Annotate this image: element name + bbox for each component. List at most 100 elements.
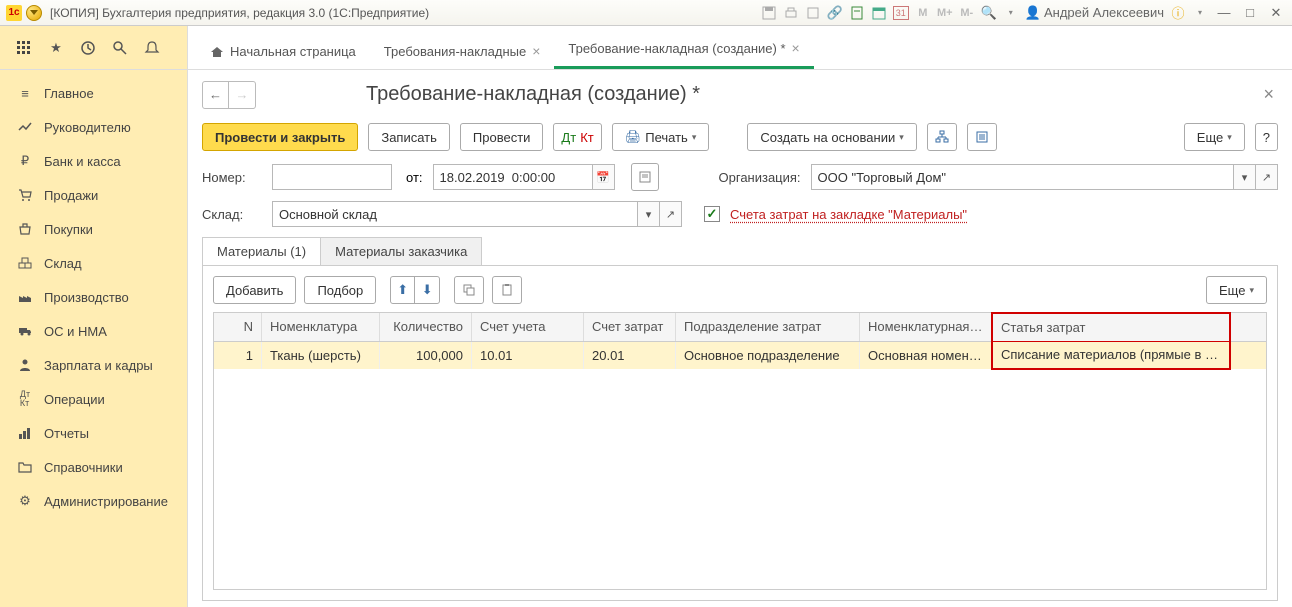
m-icon[interactable]: M bbox=[915, 5, 931, 21]
tab-list[interactable]: Требования-накладные × bbox=[370, 30, 555, 69]
folder-icon bbox=[16, 458, 34, 476]
col-header-cost-acc[interactable]: Счет затрат bbox=[584, 313, 676, 341]
warehouse-label: Склад: bbox=[202, 207, 262, 222]
tab-close-icon[interactable]: × bbox=[792, 40, 800, 56]
col-header-nom[interactable]: Номенклатура bbox=[262, 313, 380, 341]
list-button[interactable] bbox=[967, 123, 997, 151]
m-plus-icon[interactable]: M+ bbox=[937, 5, 953, 21]
history-icon[interactable] bbox=[78, 38, 98, 58]
truck-icon bbox=[16, 322, 34, 340]
dropdown-icon[interactable]: ▾ bbox=[638, 201, 660, 227]
warehouse-field[interactable] bbox=[272, 201, 638, 227]
info-dd-icon[interactable]: ▾ bbox=[1192, 5, 1208, 21]
back-button[interactable]: ← bbox=[203, 82, 229, 108]
zoom-icon[interactable]: 🔍 bbox=[981, 5, 997, 21]
sidebar-item-admin[interactable]: ⚙Администрирование bbox=[0, 484, 187, 518]
calc-icon[interactable] bbox=[849, 5, 865, 21]
save-icon[interactable] bbox=[761, 5, 777, 21]
bell-icon[interactable] bbox=[142, 38, 162, 58]
maximize-button[interactable]: □ bbox=[1240, 3, 1260, 23]
apps-icon[interactable] bbox=[14, 38, 34, 58]
preview-icon[interactable] bbox=[805, 5, 821, 21]
add-button[interactable]: Добавить bbox=[213, 276, 296, 304]
move-down-button[interactable]: ⬇ bbox=[415, 277, 439, 303]
table-more-button[interactable]: Еще▾ bbox=[1206, 276, 1267, 304]
print-button[interactable]: 🖨Печать▾ bbox=[612, 123, 710, 151]
search-icon[interactable] bbox=[110, 38, 130, 58]
sidebar-item-warehouse[interactable]: Склад bbox=[0, 246, 187, 280]
org-label: Организация: bbox=[719, 170, 801, 185]
col-header-acc[interactable]: Счет учета bbox=[472, 313, 584, 341]
tab-home[interactable]: Начальная страница bbox=[196, 31, 370, 69]
sidebar-item-operations[interactable]: ДтКтОперации bbox=[0, 382, 187, 416]
col-header-n[interactable]: N bbox=[214, 313, 262, 341]
cost-accounts-checkbox[interactable] bbox=[704, 206, 720, 222]
subtabs: Материалы (1) Материалы заказчика bbox=[202, 237, 1278, 266]
sidebar-item-production[interactable]: Производство bbox=[0, 280, 187, 314]
calendar-icon[interactable] bbox=[871, 5, 887, 21]
dropdown-icon[interactable]: ▾ bbox=[1234, 164, 1256, 190]
col-header-sub[interactable]: Подразделение затрат bbox=[676, 313, 860, 341]
tab-close-icon[interactable]: × bbox=[532, 43, 540, 59]
structure-button[interactable] bbox=[927, 123, 957, 151]
link-icon[interactable]: 🔗 bbox=[827, 5, 843, 21]
user-display[interactable]: 👤Андрей Алексеевич bbox=[1025, 5, 1164, 21]
action-bar: Провести и закрыть Записать Провести ДтК… bbox=[202, 123, 1278, 151]
m-minus-icon[interactable]: M- bbox=[959, 5, 975, 21]
page-close-button[interactable]: × bbox=[1259, 80, 1278, 109]
minimize-button[interactable]: — bbox=[1214, 3, 1234, 23]
sidebar-item-catalogs[interactable]: Справочники bbox=[0, 450, 187, 484]
menu-icon: ≡ bbox=[16, 84, 34, 102]
app-menu-dropdown[interactable] bbox=[26, 5, 42, 21]
paste-button[interactable] bbox=[492, 276, 522, 304]
star-icon[interactable]: ★ bbox=[46, 38, 66, 58]
print-icon[interactable] bbox=[783, 5, 799, 21]
sidebar-item-sales[interactable]: Продажи bbox=[0, 178, 187, 212]
number-field[interactable] bbox=[272, 164, 392, 190]
date-field[interactable] bbox=[433, 164, 593, 190]
tab-list-label: Требования-накладные bbox=[384, 44, 526, 59]
sidebar-item-assets[interactable]: ОС и НМА bbox=[0, 314, 187, 348]
number-label: Номер: bbox=[202, 170, 262, 185]
registry-button[interactable] bbox=[631, 163, 659, 191]
ruble-icon: ₽ bbox=[16, 152, 34, 170]
subtab-customer-materials[interactable]: Материалы заказчика bbox=[320, 237, 482, 265]
tab-document-label: Требование-накладная (создание) * bbox=[568, 41, 785, 56]
write-button[interactable]: Записать bbox=[368, 123, 450, 151]
help-button[interactable]: ? bbox=[1255, 123, 1278, 151]
close-window-button[interactable]: ✕ bbox=[1266, 3, 1286, 23]
sidebar-item-salary[interactable]: Зарплата и кадры bbox=[0, 348, 187, 382]
dtkt-button[interactable]: ДтКт bbox=[553, 123, 601, 151]
sidebar-item-main[interactable]: ≡Главное bbox=[0, 76, 187, 110]
more-button[interactable]: Еще▾ bbox=[1184, 123, 1245, 151]
col-header-ng[interactable]: Номенклатурная г... bbox=[860, 313, 992, 341]
sidebar-item-purchases[interactable]: Покупки bbox=[0, 212, 187, 246]
subtab-materials[interactable]: Материалы (1) bbox=[202, 237, 321, 265]
zoom-dd-icon[interactable]: ▾ bbox=[1003, 5, 1019, 21]
boxes-icon bbox=[16, 254, 34, 272]
table-row[interactable]: 1 Ткань (шерсть) 100,000 10.01 20.01 Осн… bbox=[214, 342, 1266, 369]
sidebar-item-manager[interactable]: Руководителю bbox=[0, 110, 187, 144]
select-button[interactable]: Подбор bbox=[304, 276, 376, 304]
forward-button[interactable]: → bbox=[229, 82, 255, 108]
copy-button[interactable] bbox=[454, 276, 484, 304]
info-icon[interactable]: ⓘ bbox=[1170, 5, 1186, 21]
col-header-qty[interactable]: Количество bbox=[380, 313, 472, 341]
sidebar-item-reports[interactable]: Отчеты bbox=[0, 416, 187, 450]
post-and-close-button[interactable]: Провести и закрыть bbox=[202, 123, 358, 151]
create-on-basis-button[interactable]: Создать на основании▾ bbox=[747, 123, 916, 151]
tab-document[interactable]: Требование-накладная (создание) * × bbox=[554, 27, 813, 69]
move-up-button[interactable]: ⬆ bbox=[391, 277, 415, 303]
calendar-picker-icon[interactable]: 📅 bbox=[593, 164, 615, 190]
cost-accounts-link[interactable]: Счета затрат на закладке "Материалы" bbox=[730, 207, 967, 222]
org-field[interactable] bbox=[811, 164, 1234, 190]
sidebar-item-bank[interactable]: ₽Банк и касса bbox=[0, 144, 187, 178]
open-icon[interactable]: ↗ bbox=[1256, 164, 1278, 190]
content-area: ← → Требование-накладная (создание) * × … bbox=[188, 70, 1292, 607]
calendar-31-icon[interactable]: 31 bbox=[893, 6, 909, 20]
col-header-st[interactable]: Статья затрат bbox=[991, 312, 1231, 342]
subtab-content: Добавить Подбор ⬆ ⬇ Еще▾ N Номенклатура … bbox=[202, 266, 1278, 601]
post-button[interactable]: Провести bbox=[460, 123, 544, 151]
open-icon[interactable]: ↗ bbox=[660, 201, 682, 227]
person-icon bbox=[16, 356, 34, 374]
